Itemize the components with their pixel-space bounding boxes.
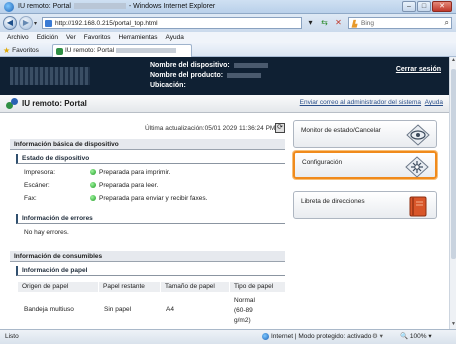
paper-type-cell: Normal (60-89 g/m2) [234,297,255,324]
page-title: IU remoto: Portal [22,99,87,108]
mail-admin-link[interactable]: Enviar correo al administrador del siste… [300,99,421,106]
star-icon: ★ [3,45,11,55]
refresh-arrows-icon[interactable]: ⇆ [319,17,330,29]
address-dropdown-icon[interactable]: ▾ [305,17,316,29]
window-title-bar: IU remoto: Portal - Windows Internet Exp… [0,0,456,14]
status-label-fax: Fax: [24,195,37,202]
vertical-scrollbar[interactable]: ▲ ▼ [449,57,456,329]
status-label-scanner: Escáner: [24,182,50,189]
status-value-fax: Preparada para enviar y recibir faxes. [90,195,207,202]
redacted-text [115,47,176,53]
window-title-page: IU remoto: Portal [18,3,71,10]
header-links: Enviar correo al administrador del siste… [300,99,443,106]
tab-favicon-icon [56,48,63,55]
device-banner: Nombre del dispositivo: Nombre del produ… [0,57,449,95]
status-label-printer: Impresora: [24,169,56,176]
status-value-printer: Preparada para imprimir. [90,169,171,176]
device-status-heading: Estado de dispositivo [16,154,285,164]
paper-source-cell: Bandeja multiuso [24,306,74,313]
status-ok-icon [90,182,96,189]
window-title: IU remoto: Portal - Windows Internet Exp… [18,3,215,10]
status-ok-icon [90,195,96,202]
menu-bar: Archivo Edición Ver Favoritos Herramient… [0,32,456,43]
address-book-button[interactable]: Libreta de direcciones [293,191,437,219]
address-bar[interactable]: http://192.168.0.215/portal_top.html [42,17,302,29]
window-controls: – □ ✕ [402,1,452,13]
menu-favoritos[interactable]: Favoritos [84,32,111,43]
errors-value: No hay errores. [24,229,69,236]
page-content: Nombre del dispositivo: Nombre del produ… [0,57,449,329]
close-window-button[interactable]: ✕ [432,1,452,12]
tab-title: IU remoto: Portal [65,47,115,54]
page-favicon-icon [45,20,52,27]
settings-icon [405,156,429,178]
internet-explorer-icon [4,2,14,12]
redacted-text [73,3,126,10]
menu-ver[interactable]: Ver [66,32,76,43]
zoom-level[interactable]: 🔍 100% ▾ [400,330,432,344]
status-ok-icon [90,169,96,176]
col-header-source: Origen de papel [18,282,98,292]
search-icon[interactable]: ⌕ [445,18,449,28]
col-header-type: Tipo de papel [230,282,285,292]
paper-size-cell: A4 [166,306,174,313]
refresh-button[interactable]: ⟳ [275,123,285,133]
address-toolbar: ◀ ▶ ▾ http://192.168.0.215/portal_top.ht… [0,14,456,32]
location-label: Ubicación: [150,82,186,89]
menu-herramientas[interactable]: Herramientas [119,32,158,43]
browser-tab[interactable]: IU remoto: Portal [52,44,192,57]
address-url[interactable]: http://192.168.0.215/portal_top.html [55,20,158,27]
forward-button[interactable]: ▶ [19,16,33,30]
globe-icon [262,332,269,340]
device-name-label: Nombre del dispositivo: [150,62,230,69]
settings-label: Configuración [302,159,343,166]
menu-archivo[interactable]: Archivo [7,32,29,43]
bing-label: Bing [361,20,375,27]
paper-info-heading: Información de papel [16,266,285,276]
address-actions: ▾ ⇆ ✕ [305,17,344,29]
status-text: Listo [5,333,19,340]
security-zone: Internet | Modo protegido: activado [262,330,371,344]
maximize-button[interactable]: □ [417,1,431,12]
window-title-app: - Windows Internet Explorer [128,3,216,10]
stop-icon[interactable]: ✕ [333,17,344,29]
menu-ayuda[interactable]: Ayuda [166,32,184,43]
status-value-scanner: Preparada para leer. [90,182,158,189]
eye-icon [406,124,430,146]
col-header-remaining: Papel restante [99,282,160,292]
settings-button[interactable]: Configuración [293,151,437,179]
menu-edicion[interactable]: Edición [37,32,58,43]
help-link[interactable]: Ayuda [425,99,443,106]
search-input[interactable]: Bing ▙ ⌕ [348,17,452,29]
favorites-button[interactable]: ★ Favoritos [3,45,39,55]
paper-remaining-cell: Sin papel [104,306,132,313]
product-name-label: Nombre del producto: [150,72,224,79]
consumables-heading: Información de consumibles [10,251,285,262]
history-dropdown-icon[interactable]: ▾ [34,20,37,27]
scroll-down-icon[interactable]: ▼ [450,321,456,329]
last-update-text: Última actualización:05/01 2029 11:36:24… [145,125,276,132]
favorites-label: Favoritos [12,46,39,54]
back-button[interactable]: ◀ [3,16,17,30]
status-bar: Listo Internet | Modo protegido: activad… [0,329,456,344]
favorites-bar: ★ Favoritos IU remoto: Portal [0,43,456,57]
brand-logo [10,67,90,85]
status-monitor-button[interactable]: Monitor de estado/Cancelar [293,120,437,148]
device-info: Nombre del dispositivo: Nombre del produ… [150,61,268,91]
scroll-up-icon[interactable]: ▲ [450,57,456,65]
col-header-size: Tamaño de papel [161,282,229,292]
portal-icon [6,98,18,110]
logout-link[interactable]: Cerrar sesión [396,66,441,73]
address-book-label: Libreta de direcciones [301,198,365,205]
bing-logo-icon: ▙ [352,21,357,28]
status-monitor-label: Monitor de estado/Cancelar [301,127,381,134]
protected-mode-icon[interactable]: ⚙ ▾ [372,330,383,344]
scrollbar-thumb[interactable] [451,69,456,259]
basic-info-heading: Información básica de dispositivo [10,139,285,150]
address-book-icon [409,196,427,217]
portal-header: IU remoto: Portal Enviar correo al admin… [0,95,449,113]
errors-heading: Información de errores [16,214,285,224]
minimize-button[interactable]: – [402,1,416,12]
